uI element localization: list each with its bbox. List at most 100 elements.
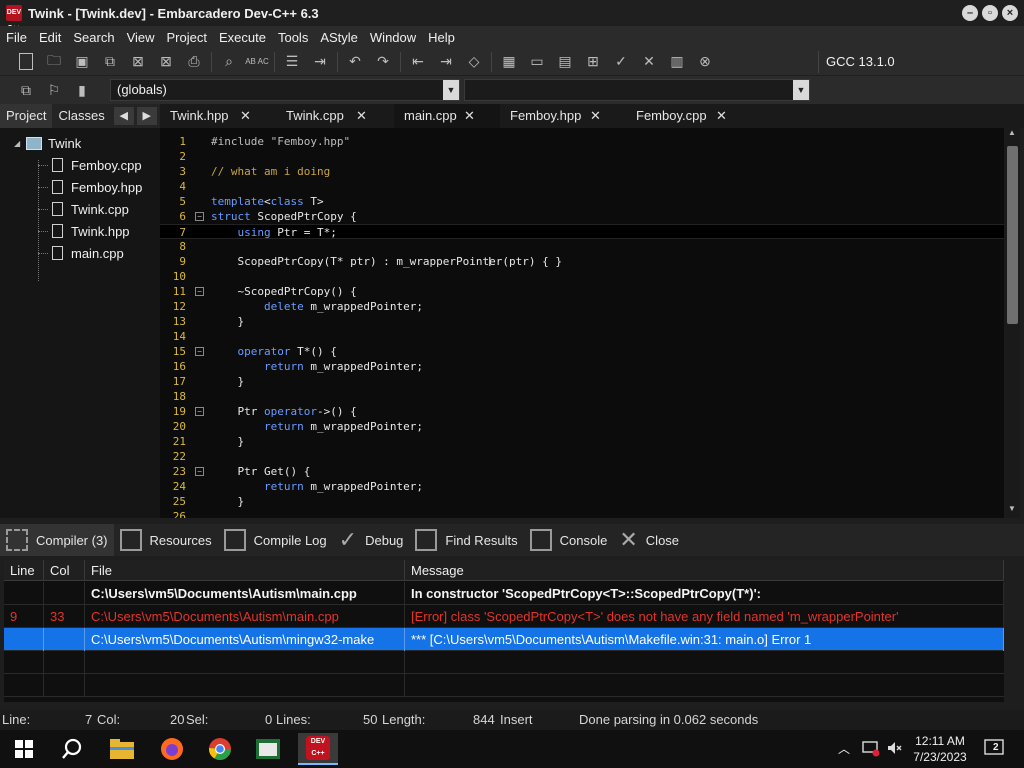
- tree-root-project[interactable]: ◢ Twink: [0, 132, 160, 154]
- table-row[interactable]: C:\Users\vm5\Documents\Autism\mingw32-ma…: [4, 628, 1004, 651]
- windows-start-icon[interactable]: [4, 733, 44, 765]
- syntax-check-icon[interactable]: ✓: [609, 51, 633, 73]
- menu-help[interactable]: Help: [422, 30, 461, 45]
- code-line[interactable]: 16 return m_wrappedPointer;: [160, 359, 1004, 374]
- undo-icon[interactable]: ↶: [343, 51, 367, 73]
- code-line[interactable]: 13 }: [160, 314, 1004, 329]
- code-line[interactable]: 3 // what am i doing: [160, 164, 1004, 179]
- scroll-down-icon[interactable]: ▼: [1004, 504, 1020, 518]
- scrollbar-thumb[interactable]: [1007, 146, 1018, 324]
- column-line[interactable]: Line: [4, 560, 44, 581]
- fold-toggle-icon[interactable]: −: [195, 467, 204, 476]
- code-line[interactable]: 4: [160, 179, 1004, 194]
- delete-profile-icon[interactable]: ⊗: [693, 51, 717, 73]
- project-new-icon[interactable]: ⧉: [14, 79, 38, 101]
- restore-button[interactable]: ▫: [982, 5, 998, 21]
- fold-toggle-icon[interactable]: −: [195, 407, 204, 416]
- close-icon[interactable]: ✕: [240, 104, 251, 128]
- close-icon[interactable]: ✕: [716, 104, 727, 128]
- code-line[interactable]: 1 #include "Femboy.hpp": [160, 134, 1004, 149]
- chrome-icon[interactable]: [200, 733, 240, 765]
- indent-icon[interactable]: ⇥: [308, 51, 332, 73]
- toggle-bookmark-icon[interactable]: ⚐: [42, 79, 66, 101]
- tab-resources[interactable]: Resources: [114, 524, 218, 556]
- stop-execution-icon[interactable]: ✕: [637, 51, 661, 73]
- fold-toggle-icon[interactable]: −: [195, 212, 204, 221]
- tab-console[interactable]: Console: [524, 524, 614, 556]
- tree-item-femboy-cpp[interactable]: Femboy.cpp: [0, 154, 160, 176]
- new-file-icon[interactable]: [14, 51, 38, 73]
- rebuild-icon[interactable]: ⊞: [581, 51, 605, 73]
- code-line[interactable]: 14: [160, 329, 1004, 344]
- menu-edit[interactable]: Edit: [33, 30, 67, 45]
- function-combo[interactable]: ▼: [464, 79, 810, 101]
- column-message[interactable]: Message: [405, 560, 1004, 581]
- close-button[interactable]: ×: [1002, 5, 1018, 21]
- menu-window[interactable]: Window: [364, 30, 422, 45]
- code-line[interactable]: 5 template<class T>: [160, 194, 1004, 209]
- code-line[interactable]: 17 }: [160, 374, 1004, 389]
- compiler-select[interactable]: GCC 13.1.0: [818, 51, 1018, 73]
- tree-item-twink-cpp[interactable]: Twink.cpp: [0, 198, 160, 220]
- tab-femboy-cpp[interactable]: Femboy.cpp ✕: [626, 104, 752, 128]
- menu-search[interactable]: Search: [67, 30, 120, 45]
- code-line[interactable]: 12 delete m_wrappedPointer;: [160, 299, 1004, 314]
- clock[interactable]: 12:11 AM 7/23/2023: [912, 733, 968, 768]
- chevron-left-icon[interactable]: ◀: [113, 107, 134, 125]
- column-file[interactable]: File: [85, 560, 405, 581]
- goto-function-icon[interactable]: ⇥: [434, 51, 458, 73]
- file-explorer-icon[interactable]: [102, 733, 142, 765]
- fold-toggle-icon[interactable]: −: [195, 287, 204, 296]
- tab-twink-cpp[interactable]: Twink.cpp ✕: [276, 104, 394, 128]
- tree-item-twink-hpp[interactable]: Twink.hpp: [0, 220, 160, 242]
- scroll-up-icon[interactable]: ▲: [1004, 128, 1020, 142]
- find-icon[interactable]: ⌕: [217, 51, 241, 73]
- print-icon[interactable]: ⎙: [182, 51, 206, 73]
- tab-classes[interactable]: Classes: [52, 104, 110, 128]
- code-line[interactable]: 21 }: [160, 434, 1004, 449]
- volume-muted-icon[interactable]: [886, 739, 904, 768]
- devcpp-task-icon[interactable]: DEV C++: [298, 733, 338, 765]
- bookmarks-icon[interactable]: ▮: [70, 79, 94, 101]
- expand-icon[interactable]: ◢: [14, 139, 26, 148]
- close-icon[interactable]: ✕: [590, 104, 601, 128]
- menu-execute[interactable]: Execute: [213, 30, 272, 45]
- close-panel-button[interactable]: ✕ Close: [613, 524, 685, 556]
- tab-project[interactable]: Project: [0, 104, 53, 128]
- code-line[interactable]: 6− struct ScopedPtrCopy {: [160, 209, 1004, 224]
- tree-item-main-cpp[interactable]: main.cpp: [0, 242, 160, 264]
- code-line[interactable]: 26: [160, 509, 1004, 518]
- table-row[interactable]: 9 33 C:\Users\vm5\Documents\Autism\main.…: [4, 605, 1004, 628]
- code-line[interactable]: 7 using Ptr = T*;: [160, 224, 1004, 239]
- scope-combo[interactable]: (globals) ▼: [110, 79, 460, 101]
- app-window-icon[interactable]: [248, 733, 288, 765]
- close-icon[interactable]: ✕: [356, 104, 367, 128]
- tab-compiler[interactable]: Compiler (3): [0, 524, 114, 556]
- tree-item-femboy-hpp[interactable]: Femboy.hpp: [0, 176, 160, 198]
- code-line[interactable]: 23− Ptr Get() {: [160, 464, 1004, 479]
- fold-toggle-icon[interactable]: −: [195, 347, 204, 356]
- code-line[interactable]: 22: [160, 449, 1004, 464]
- save-all-icon[interactable]: ⧉: [98, 51, 122, 73]
- code-editor[interactable]: 1 #include "Femboy.hpp" 2 3// what am i doi…: [160, 128, 1004, 518]
- replace-icon[interactable]: AB AC: [245, 51, 269, 73]
- menu-file[interactable]: File: [0, 30, 33, 45]
- network-icon[interactable]: [862, 739, 880, 768]
- chevron-up-icon[interactable]: ︿: [838, 740, 850, 768]
- chevron-right-icon[interactable]: ▶: [136, 107, 157, 125]
- tab-femboy-hpp[interactable]: Femboy.hpp ✕: [500, 104, 626, 128]
- close-file-icon[interactable]: ⊠: [126, 51, 150, 73]
- code-line[interactable]: 25 }: [160, 494, 1004, 509]
- table-row[interactable]: C:\Users\vm5\Documents\Autism\main.cpp I…: [4, 582, 1004, 605]
- code-line[interactable]: 15− operator T*() {: [160, 344, 1004, 359]
- menu-tools[interactable]: Tools: [272, 30, 314, 45]
- code-line[interactable]: 18: [160, 389, 1004, 404]
- firefox-icon[interactable]: [152, 733, 192, 765]
- chevron-down-icon[interactable]: ▼: [443, 80, 459, 100]
- close-icon[interactable]: ✕: [464, 104, 475, 128]
- tab-main-cpp[interactable]: main.cpp ✕: [394, 104, 500, 128]
- compile-icon[interactable]: ▦: [497, 51, 521, 73]
- code-line[interactable]: 10: [160, 269, 1004, 284]
- open-folder-icon[interactable]: 🗀: [42, 51, 66, 73]
- menu-view[interactable]: View: [121, 30, 161, 45]
